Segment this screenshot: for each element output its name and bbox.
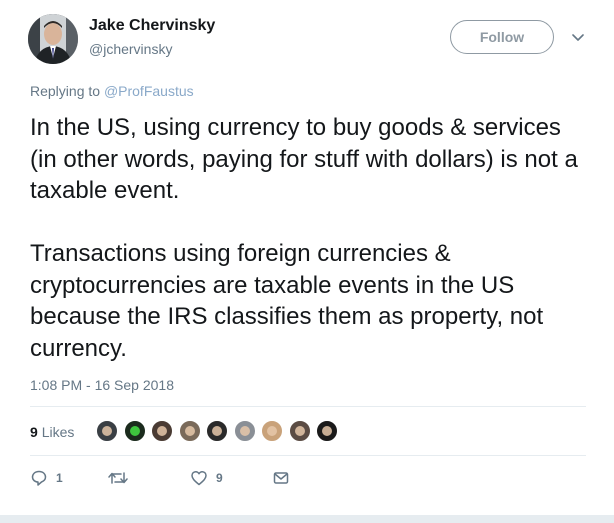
liker-face (129, 426, 140, 436)
replying-to: Replying to @ProfFaustus (30, 83, 194, 99)
liker-avatar[interactable] (96, 420, 118, 442)
liker-face (322, 426, 332, 436)
reply-mention-link[interactable]: @ProfFaustus (104, 83, 194, 99)
tweet-paragraph-1: In the US, using currency to buy goods &… (30, 114, 578, 204)
tweet-card: Jake Chervinsky @jchervinsky Follow Repl… (0, 0, 614, 523)
liker-avatar[interactable] (206, 420, 228, 442)
liker-avatar[interactable] (151, 420, 173, 442)
like-count: 9 (216, 471, 223, 485)
tweet-timestamp[interactable]: 1:08 PM - 16 Sep 2018 (30, 377, 174, 393)
author-name[interactable]: Jake Chervinsky (89, 17, 215, 35)
liker-avatar[interactable] (123, 420, 146, 442)
likers-avatars (96, 420, 344, 442)
direct-message-action[interactable] (272, 468, 290, 488)
divider (30, 455, 586, 456)
likes-label: Likes (41, 424, 75, 440)
liker-avatar[interactable] (288, 420, 311, 442)
liker-face (184, 426, 195, 436)
liker-avatar[interactable] (178, 420, 201, 442)
liker-avatar[interactable] (233, 420, 256, 442)
retweet-action[interactable] (107, 468, 137, 488)
heart-icon (191, 470, 207, 486)
bottom-border (0, 515, 614, 523)
liker-face (212, 426, 222, 436)
more-options-chevron-down-icon[interactable] (570, 30, 586, 46)
like-action[interactable]: 9 (190, 468, 223, 488)
liker-avatar[interactable] (261, 420, 283, 442)
tweet-paragraph-2: Transactions using foreign currencies & … (30, 240, 544, 362)
liker-face (294, 426, 305, 436)
liker-face (102, 426, 112, 436)
tweet-text: In the US, using currency to buy goods &… (30, 112, 590, 364)
reply-icon (31, 470, 47, 486)
liker-avatar[interactable] (316, 420, 338, 442)
liker-face (239, 426, 250, 436)
retweet-icon (108, 472, 128, 484)
divider (30, 406, 586, 407)
liker-face (157, 426, 167, 436)
reply-action[interactable]: 1 (30, 468, 63, 488)
avatar-image (28, 14, 78, 64)
author-handle[interactable]: @jchervinsky (89, 41, 172, 57)
liker-face (267, 426, 277, 436)
replying-to-label: Replying to (30, 83, 101, 99)
follow-button[interactable]: Follow (450, 20, 554, 54)
envelope-icon (273, 472, 289, 484)
avatar[interactable] (28, 14, 78, 64)
reply-count: 1 (56, 471, 63, 485)
likes-count-link[interactable]: 9 Likes (30, 424, 74, 440)
likes-count: 9 (30, 424, 38, 440)
